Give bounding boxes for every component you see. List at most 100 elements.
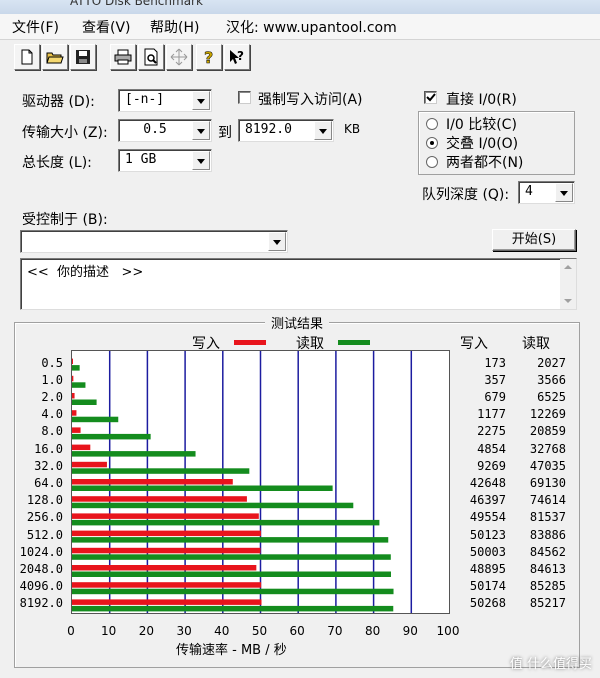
print-preview-button[interactable] — [138, 44, 164, 70]
write-bar — [72, 393, 75, 399]
direct-io-checkbox[interactable] — [424, 91, 437, 104]
y-tick-label: 128.0 — [26, 493, 63, 508]
window-title: ATTO Disk Benchmark — [70, 0, 203, 8]
write-value: 49554 — [469, 510, 506, 525]
x-axis-label: 传输速率 - MB / 秒 — [176, 643, 287, 658]
to-label: 到 — [218, 125, 232, 141]
transfer-size-label: 传输大小 (Z): — [22, 125, 108, 141]
transfer-to-select[interactable]: 8192.0 — [238, 119, 334, 142]
read-value: 74614 — [529, 493, 566, 508]
write-value: 679 — [484, 390, 506, 404]
description-text: << 你的描述 >> — [27, 265, 144, 280]
radio-neither-label: 两者都不(N) — [446, 155, 524, 171]
transfer-from-select[interactable]: 0.5 — [118, 119, 212, 142]
write-bar — [72, 358, 73, 365]
controlled-by-select[interactable] — [20, 230, 288, 253]
read-value: 84613 — [529, 562, 566, 576]
radio-overlap-io[interactable] — [426, 137, 438, 149]
help-button[interactable]: ? — [196, 44, 222, 70]
menu-localized-by: 汉化: www.upantool.com — [226, 20, 397, 36]
new-button[interactable] — [14, 44, 40, 70]
open-button[interactable] — [42, 44, 68, 70]
chevron-down-icon[interactable] — [314, 121, 332, 140]
read-value: 6525 — [537, 390, 566, 404]
col-header-read: 读取 — [522, 336, 550, 352]
description-scrollbar[interactable] — [560, 259, 576, 309]
plot-area — [71, 350, 450, 614]
drive-select[interactable]: [-n-] — [118, 89, 212, 112]
write-value: 50003 — [469, 544, 506, 559]
bar-chart — [72, 351, 413, 613]
write-bar — [72, 565, 257, 571]
queue-depth-label: 队列深度 (Q): — [422, 187, 510, 203]
write-bar — [72, 444, 91, 451]
y-tick-label: 2048.0 — [19, 562, 63, 576]
write-value: 50174 — [469, 579, 506, 594]
chevron-down-icon[interactable] — [192, 91, 210, 110]
queue-depth-value: 4 — [525, 184, 533, 199]
context-help-button[interactable]: ? — [224, 44, 250, 70]
write-bar — [72, 427, 81, 433]
move-button[interactable] — [166, 44, 192, 70]
read-bar — [72, 571, 391, 577]
chevron-down-icon[interactable] — [268, 232, 286, 251]
write-value: 42648 — [469, 476, 506, 490]
transfer-to-value: 8192.0 — [245, 122, 292, 137]
radio-overlap-io-label: 交叠 I/0(O) — [446, 136, 519, 152]
chevron-down-icon[interactable] — [192, 151, 210, 170]
window-title-bar: ATTO Disk Benchmark — [0, 0, 600, 14]
x-tick-label: 80 — [364, 624, 381, 638]
scroll-arrows-icon — [564, 265, 572, 303]
write-value: 48895 — [469, 562, 506, 576]
total-length-select[interactable]: 1 GB — [118, 149, 212, 172]
read-bar — [72, 554, 391, 560]
menu-help[interactable]: 帮助(H) — [150, 17, 199, 37]
chevron-down-icon[interactable] — [192, 121, 210, 140]
write-bar — [72, 479, 233, 485]
svg-text:?: ? — [237, 49, 244, 63]
description-textarea[interactable]: << 你的描述 >> — [20, 258, 577, 310]
read-value: 32768 — [529, 441, 566, 456]
x-tick-label: 50 — [251, 624, 268, 638]
write-bar — [72, 547, 261, 554]
transfer-from-value: 0.5 — [143, 122, 167, 137]
direct-io-label: 直接 I/0(R) — [446, 92, 517, 108]
write-value: 2275 — [477, 424, 506, 439]
radio-io-compare[interactable] — [426, 118, 438, 130]
write-bar — [72, 599, 262, 605]
read-bar — [72, 451, 196, 457]
menu-file[interactable]: 文件(F) — [12, 17, 59, 37]
x-tick-label: 20 — [138, 624, 155, 638]
chevron-down-icon[interactable] — [555, 183, 573, 202]
write-bar — [72, 513, 259, 519]
radio-neither[interactable] — [426, 156, 438, 168]
y-tick-label: 1024.0 — [19, 544, 63, 559]
read-bar — [72, 365, 80, 371]
write-value: 1177 — [477, 407, 506, 422]
y-tick-label: 4096.0 — [19, 579, 63, 594]
y-tick-label: 0.5 — [41, 355, 63, 370]
save-button[interactable] — [70, 44, 96, 70]
menu-view[interactable]: 查看(V) — [82, 17, 131, 37]
read-bar — [72, 416, 119, 423]
y-tick-label: 64.0 — [34, 476, 63, 490]
y-tick-label: 2.0 — [41, 390, 63, 404]
force-write-checkbox[interactable] — [238, 91, 251, 104]
read-value: 81537 — [529, 510, 566, 525]
read-value: 83886 — [529, 527, 566, 542]
print-button[interactable] — [110, 44, 136, 70]
y-tick-label: 4.0 — [41, 407, 63, 422]
write-value: 357 — [484, 372, 506, 387]
legend-read-swatch — [338, 340, 370, 345]
read-bar — [72, 537, 389, 543]
menu-bar: 文件(F) 查看(V) 帮助(H) 汉化: www.upantool.com — [0, 14, 600, 40]
start-button[interactable]: 开始(S) — [492, 229, 576, 251]
write-bar — [72, 461, 107, 468]
y-tick-label: 16.0 — [34, 441, 63, 456]
y-tick-label: 8192.0 — [19, 596, 63, 611]
drive-label: 驱动器 (D): — [22, 94, 95, 110]
total-length-value: 1 GB — [125, 152, 157, 167]
read-bar — [72, 588, 394, 595]
controlled-by-label: 受控制于 (B): — [22, 212, 108, 228]
queue-depth-select[interactable]: 4 — [518, 181, 575, 204]
